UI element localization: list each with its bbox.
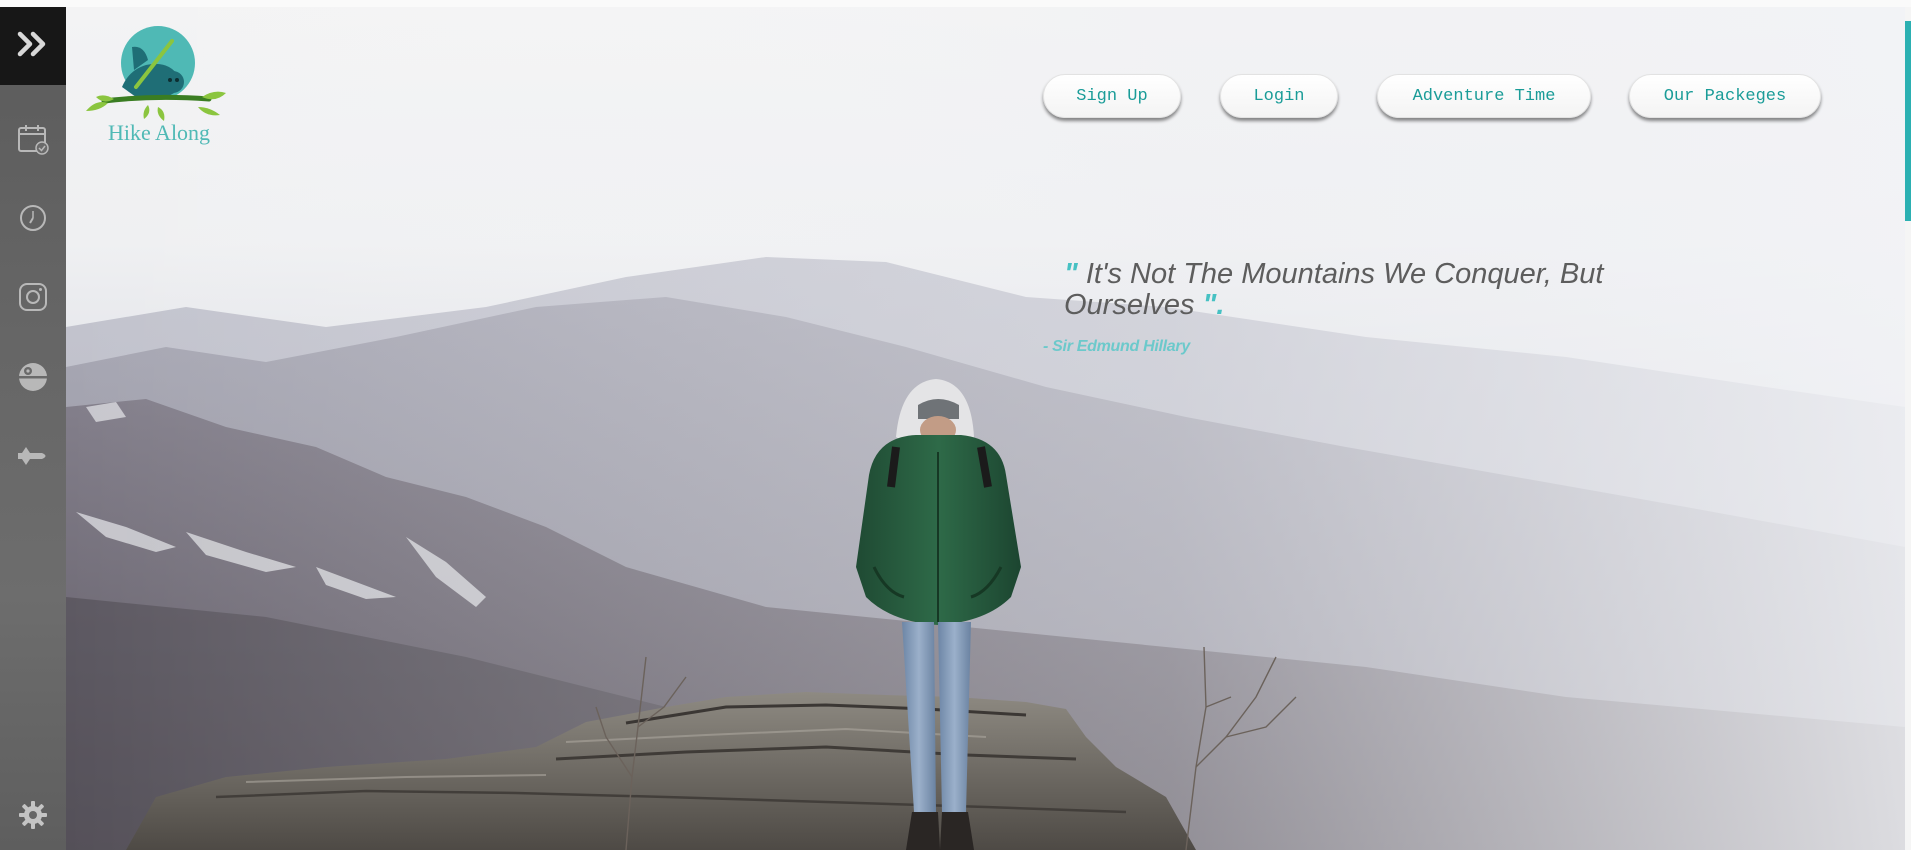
scrollbar-thumb[interactable] — [1905, 21, 1911, 221]
sidebar — [0, 7, 66, 850]
spaceship-icon — [16, 445, 50, 467]
page-scrollbar[interactable] — [1905, 7, 1911, 850]
sidebar-item-clock[interactable] — [0, 188, 66, 248]
sidebar-toggle-button[interactable] — [0, 7, 66, 85]
quote-open-mark: " — [1064, 258, 1078, 290]
death-star-icon — [17, 361, 49, 393]
quote-close-mark: ". — [1202, 289, 1225, 321]
quote-text: It's Not The Mountains We Conquer, But O… — [1064, 258, 1604, 321]
clock-icon — [19, 204, 47, 232]
sidebar-item-death-star[interactable] — [0, 347, 66, 407]
sidebar-item-settings[interactable] — [0, 785, 66, 845]
quote-author: - Sir Edmund Hillary — [1043, 338, 1190, 355]
login-button[interactable]: Login — [1220, 74, 1338, 118]
logo[interactable]: Hike Along — [74, 25, 234, 149]
instagram-icon — [18, 282, 48, 312]
sidebar-item-instagram[interactable] — [0, 267, 66, 327]
adventure-time-button[interactable]: Adventure Time — [1377, 74, 1591, 118]
hero-section: Hike Along Sign Up Login Adventure Time … — [66, 7, 1905, 850]
our-packages-button[interactable]: Our Packeges — [1629, 74, 1821, 118]
sidebar-item-spaceship[interactable] — [0, 426, 66, 486]
sidebar-item-calendar[interactable] — [0, 109, 66, 169]
brand-name: Hike Along — [108, 120, 211, 145]
mountain-landscape-image — [66, 7, 1905, 850]
gear-icon — [18, 800, 48, 830]
calendar-check-icon — [17, 123, 49, 155]
double-chevron-right-icon — [17, 30, 49, 63]
signup-button[interactable]: Sign Up — [1043, 74, 1181, 118]
hero-quote: " It's Not The Mountains We Conquer, But… — [1064, 259, 1684, 321]
